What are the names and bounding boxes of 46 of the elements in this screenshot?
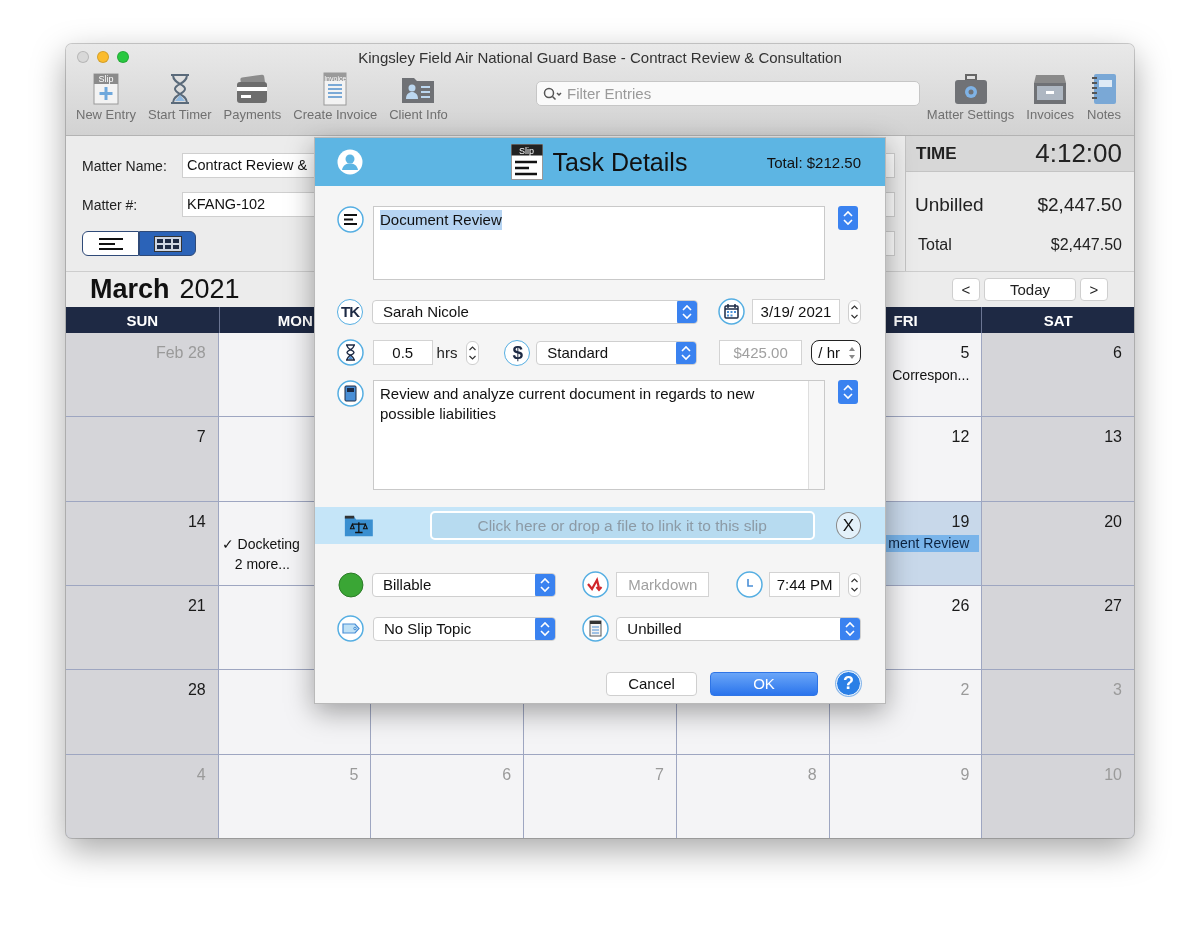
day-number: 26 — [951, 596, 970, 616]
summary-value: $2,447.50 — [1050, 236, 1122, 254]
notes-text: Review and analyze current document in regards to new possible liabilities — [380, 384, 756, 424]
window-title: Kingsley Field Air National Guard Base - Contract Review & Consultation — [357, 48, 843, 66]
day-number: 9 — [960, 764, 970, 785]
day-number: 7 — [196, 427, 206, 448]
year-title: 2021 — [179, 274, 240, 305]
day-number: 6 — [502, 764, 512, 785]
icon-label: Slip — [97, 74, 115, 84]
icon-label: Slip — [518, 146, 536, 156]
day-number: 3 — [1113, 680, 1122, 701]
hours-unit: hrs — [436, 344, 458, 361]
dialog-title: Task Details — [552, 147, 688, 177]
day-number: 14 — [187, 511, 206, 532]
day-number: 13 — [1104, 427, 1122, 448]
time-label: TIME — [916, 143, 957, 164]
day-number: 5 — [349, 764, 359, 785]
day-number: 28 — [187, 680, 206, 701]
field-label: Matter Name: — [82, 157, 168, 174]
day-number: 20 — [1104, 511, 1122, 532]
day-number: 27 — [1104, 596, 1122, 616]
day-number: 12 — [951, 427, 970, 448]
weekday-label: FRI — [893, 311, 918, 329]
summary-label: Total — [918, 236, 952, 254]
weekday-label: MON — [277, 311, 313, 329]
day-number: 8 — [807, 764, 817, 785]
timekeeper-badge: TK — [337, 298, 363, 325]
day-number: 5 — [960, 343, 970, 363]
day-number: 2 — [960, 680, 970, 701]
field-label: Matter #: — [82, 196, 139, 213]
time-value: 4:12:00 — [1035, 138, 1122, 169]
month-title: March — [90, 274, 170, 305]
day-number: Feb 28 — [155, 343, 206, 363]
weekday-label: SAT — [1043, 311, 1073, 329]
dollar-badge: $ — [504, 339, 531, 366]
day-number: 6 — [1113, 343, 1122, 363]
text-selection: Document Review — [380, 210, 502, 230]
day-number: 21 — [187, 596, 206, 616]
total-amount: Total: $212.50 — [766, 153, 861, 171]
summary-value: $2,447.50 — [1037, 194, 1122, 216]
day-number: 10 — [1104, 764, 1122, 785]
day-number: 19 — [951, 511, 970, 532]
day-number: 7 — [654, 764, 664, 785]
weekday-label: SUN — [126, 311, 159, 329]
summary-label: Unbilled — [915, 194, 984, 216]
day-number: 4 — [196, 764, 206, 785]
